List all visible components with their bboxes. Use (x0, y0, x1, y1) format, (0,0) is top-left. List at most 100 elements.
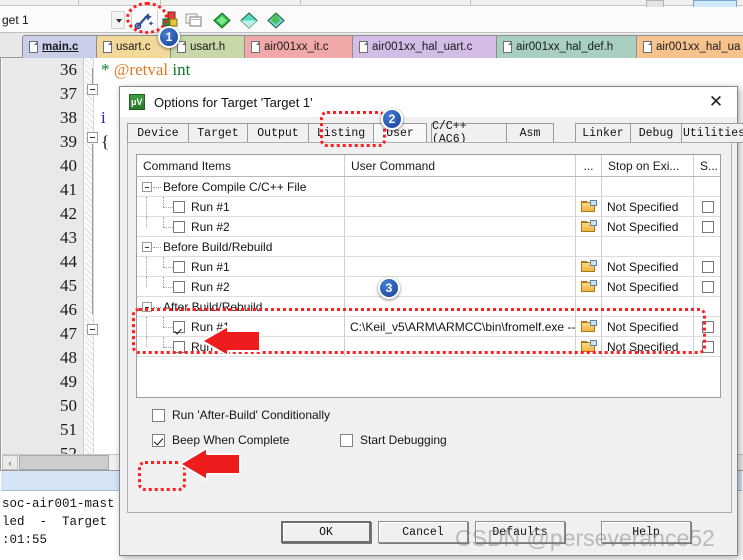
col-browse[interactable]: ... (576, 155, 602, 176)
grid-cell-stop-on-exit[interactable] (602, 237, 694, 257)
grid-cell-stop-on-exit[interactable]: Not Specified (602, 277, 694, 297)
fold-toggle-39[interactable] (87, 132, 98, 143)
table-row[interactable]: Run #2 Not Specified (137, 337, 720, 357)
grid-cell-command-item[interactable]: Run #1 (137, 317, 345, 337)
grid-cell-stop-on-exit[interactable] (602, 297, 694, 317)
grid-cell-command-item[interactable]: Run #1 (137, 257, 345, 277)
tab-c-cpp[interactable]: C/C++ (AC6) (431, 120, 507, 146)
tab-output[interactable]: Output (247, 123, 309, 143)
run-checkbox[interactable] (173, 201, 185, 213)
folder-browse-icon[interactable] (581, 259, 597, 273)
grid-cell-command-item[interactable]: Run #2 (137, 277, 345, 297)
tab-listing[interactable]: Listing (308, 123, 374, 143)
grid-cell-browse[interactable] (576, 257, 602, 277)
tab-target[interactable]: Target (188, 123, 248, 143)
grid-cell-browse[interactable] (576, 277, 602, 297)
col-stop-on-exit[interactable]: Stop on Exi... (602, 155, 694, 176)
table-row[interactable]: Run #1 C:\Keil_v5\ARM\ARMCC\bin\fromelf.… (137, 317, 720, 337)
run-checkbox[interactable] (173, 321, 185, 333)
table-row[interactable]: Run #2 Not Specified (137, 277, 720, 297)
col-user-command[interactable]: User Command (345, 155, 576, 176)
grid-cell-stop-on-exit[interactable]: Not Specified (602, 317, 694, 337)
magic-wand-options-icon[interactable] (134, 11, 154, 30)
table-row[interactable]: Run #2 Not Specified (137, 217, 720, 237)
grid-cell-command-item[interactable]: Run #2 (137, 337, 345, 357)
stop-checkbox[interactable] (702, 200, 714, 213)
run-checkbox[interactable] (173, 341, 185, 353)
grid-cell-user-command[interactable] (345, 297, 576, 317)
table-row[interactable]: Run #1 Not Specified (137, 197, 720, 217)
stop-checkbox[interactable] (702, 320, 714, 333)
folder-browse-icon[interactable] (581, 279, 597, 293)
table-row[interactable]: After Build/Rebuild (137, 297, 720, 317)
grid-cell-browse[interactable] (576, 177, 602, 197)
grid-cell-stop-on-exit[interactable] (602, 177, 694, 197)
blue-green-diamond-icon[interactable] (266, 11, 286, 30)
tab-linker[interactable]: Linker (575, 123, 631, 143)
file-tab-main-c[interactable]: main.c (22, 35, 104, 58)
grid-cell-s[interactable] (694, 177, 720, 197)
run-checkbox[interactable] (173, 261, 185, 273)
run-after-build-conditionally-checkbox[interactable] (152, 409, 165, 422)
grid-cell-user-command[interactable]: C:\Keil_v5\ARM\ARMCC\bin\fromelf.exe --b… (345, 317, 576, 337)
folder-browse-icon[interactable] (581, 319, 597, 333)
scrollbar-thumb[interactable] (19, 455, 109, 470)
user-commands-grid[interactable]: Command Items User Command ... Stop on E… (136, 154, 721, 398)
folder-browse-icon[interactable] (581, 199, 597, 213)
grid-cell-user-command[interactable] (345, 217, 576, 237)
grid-cell-user-command[interactable] (345, 237, 576, 257)
stop-checkbox[interactable] (702, 260, 714, 273)
target-combo-arrow[interactable] (111, 11, 125, 29)
multi-project-window-icon[interactable] (184, 11, 204, 30)
run-checkbox[interactable] (173, 281, 185, 293)
run-after-build-conditionally-row[interactable]: Run 'After-Build' Conditionally (152, 408, 330, 422)
grid-cell-browse[interactable] (576, 317, 602, 337)
grid-cell-stop-on-exit[interactable]: Not Specified (602, 217, 694, 237)
beep-when-complete-checkbox[interactable] (152, 434, 165, 447)
green-diamond-icon[interactable] (212, 11, 232, 30)
start-debugging-row[interactable]: Start Debugging (340, 433, 447, 447)
file-tab-air001xx-it-c[interactable]: air001xx_it.c (244, 35, 360, 58)
grid-cell-user-command[interactable] (345, 197, 576, 217)
beep-when-complete-row[interactable]: Beep When Complete (152, 433, 289, 447)
grid-cell-command-item[interactable]: After Build/Rebuild (137, 297, 345, 317)
tab-debug[interactable]: Debug (630, 123, 682, 143)
ok-button[interactable]: OK (281, 521, 371, 543)
grid-cell-command-item[interactable]: Run #1 (137, 197, 345, 217)
grid-cell-s[interactable] (694, 217, 720, 237)
run-checkbox[interactable] (173, 221, 185, 233)
grid-cell-browse[interactable] (576, 337, 602, 357)
fold-toggle-47[interactable] (87, 324, 98, 335)
grid-cell-command-item[interactable]: Before Build/Rebuild (137, 237, 345, 257)
grid-cell-user-command[interactable] (345, 177, 576, 197)
stop-checkbox[interactable] (702, 220, 714, 233)
table-row[interactable]: Run #1 Not Specified (137, 257, 720, 277)
grid-cell-s[interactable] (694, 277, 720, 297)
stop-checkbox[interactable] (702, 340, 714, 353)
fold-toggle-37[interactable] (87, 84, 98, 95)
tab-device[interactable]: Device (127, 123, 189, 143)
grid-cell-user-command[interactable] (345, 337, 576, 357)
table-row[interactable]: Before Build/Rebuild (137, 237, 720, 257)
folder-browse-icon[interactable] (581, 219, 597, 233)
teal-diamond-icon[interactable] (239, 11, 259, 30)
col-command-items[interactable]: Command Items (137, 155, 345, 176)
grid-cell-stop-on-exit[interactable]: Not Specified (602, 257, 694, 277)
file-tab-usart-h[interactable]: usart.h (170, 35, 252, 58)
grid-cell-s[interactable] (694, 317, 720, 337)
close-icon[interactable]: ✕ (705, 91, 727, 113)
tree-collapse-icon[interactable] (142, 182, 152, 192)
table-row[interactable]: Before Compile C/C++ File (137, 177, 720, 197)
tab-utilities[interactable]: Utilities (681, 123, 743, 143)
grid-cell-stop-on-exit[interactable]: Not Specified (602, 197, 694, 217)
file-tab-air001xx-hal-uart-c[interactable]: air001xx_hal_uart.c (352, 35, 504, 58)
file-tab-air001xx-hal-def-h[interactable]: air001xx_hal_def.h (496, 35, 644, 58)
grid-cell-stop-on-exit[interactable]: Not Specified (602, 337, 694, 357)
tab-asm[interactable]: Asm (506, 123, 554, 143)
grid-cell-browse[interactable] (576, 197, 602, 217)
folder-browse-icon[interactable] (581, 339, 597, 353)
grid-cell-s[interactable] (694, 257, 720, 277)
grid-cell-s[interactable] (694, 297, 720, 317)
stop-checkbox[interactable] (702, 280, 714, 293)
tree-collapse-icon[interactable] (142, 242, 152, 252)
